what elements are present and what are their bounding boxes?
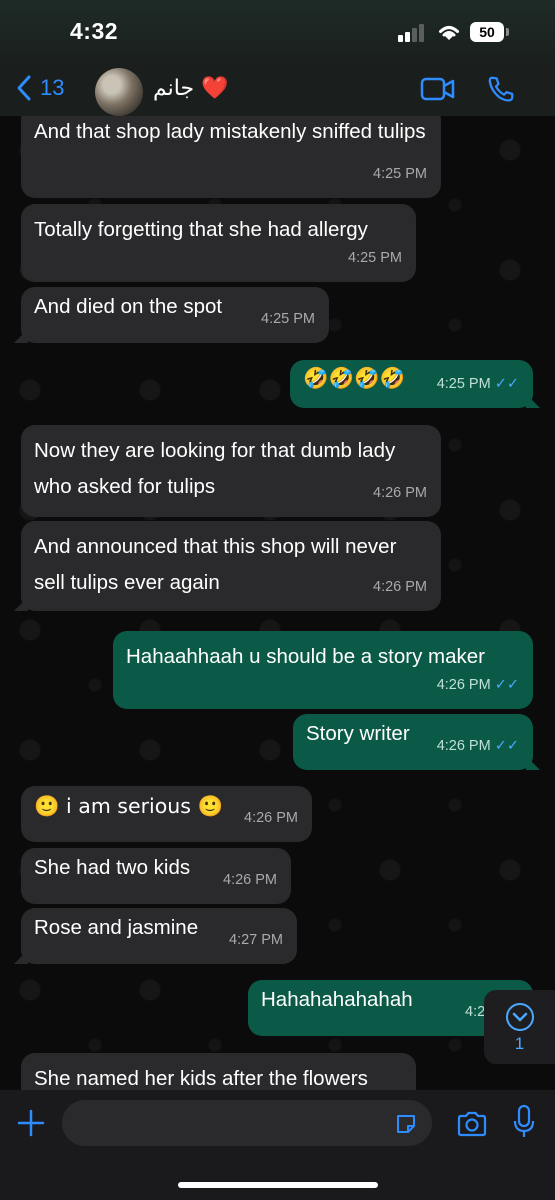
message-time: 4:25 PM	[261, 311, 315, 327]
message-time: 4:25 PM	[436, 376, 491, 392]
chat-header: 13 جانم ❤️	[0, 64, 555, 116]
message-time: 4:26 PM	[373, 485, 427, 501]
message-bubble-outgoing[interactable]: 🤣🤣🤣🤣 4:25 PM ✓✓	[290, 360, 540, 408]
message-time: 4:26 PM	[436, 677, 491, 693]
message-input[interactable]	[62, 1100, 432, 1146]
cellular-signal-icon	[398, 24, 426, 42]
home-indicator	[178, 1182, 378, 1188]
message-bubble-outgoing[interactable]: Hahaahhaah u should be a story maker 4:2…	[113, 631, 533, 709]
battery-indicator: 50	[470, 22, 509, 42]
phone-icon[interactable]	[486, 74, 516, 104]
message-time: 4:26 PM	[373, 579, 427, 595]
message-time: 4:25 PM	[348, 250, 402, 266]
message-list[interactable]: And that shop lady mistakenly sniffed tu…	[0, 116, 555, 1090]
message-bubble-incoming[interactable]: Rose and jasmine 4:27 PM	[14, 908, 297, 964]
unread-chats-count: 13	[40, 75, 65, 100]
message-text: And announced that this shop will never …	[34, 535, 397, 594]
message-time: 4:25 PM	[373, 166, 427, 182]
message-bubble-incoming[interactable]: And died on the spot 4:25 PM	[14, 287, 329, 343]
message-time: 4:26 PM	[244, 810, 298, 826]
wifi-icon	[439, 26, 459, 40]
double-check-icon: ✓✓	[494, 677, 519, 693]
status-time: 4:32	[70, 18, 119, 44]
message-composer	[0, 1090, 555, 1200]
message-bubble-incoming[interactable]: She had two kids 4:26 PM	[21, 848, 291, 904]
chevron-left-icon	[17, 75, 31, 101]
message-text: She named her kids after the flowers	[34, 1067, 368, 1090]
message-bubble-incoming[interactable]: 🙂 i am serious 🙂 4:26 PM	[21, 786, 312, 842]
contact-name[interactable]: جانم ❤️	[153, 76, 228, 101]
message-bubble-incoming[interactable]: And that shop lady mistakenly sniffed tu…	[21, 116, 441, 198]
status-bar: 4:32 50	[0, 0, 555, 64]
video-camera-icon[interactable]	[420, 76, 456, 102]
microphone-icon[interactable]	[512, 1104, 536, 1140]
message-bubble-incoming[interactable]: And announced that this shop will never …	[14, 521, 441, 611]
message-time: 4:26 PM	[436, 738, 491, 754]
message-time: 4:26 PM	[223, 872, 277, 888]
message-text: And that shop lady mistakenly sniffed tu…	[34, 120, 426, 143]
camera-icon[interactable]	[456, 1110, 488, 1138]
double-check-icon: ✓✓	[494, 738, 519, 754]
message-time: 4:27 PM	[229, 932, 283, 948]
sticker-icon[interactable]	[394, 1112, 418, 1136]
scroll-to-bottom-button[interactable]: 1	[484, 990, 555, 1064]
chevron-down-circle-icon	[506, 1003, 534, 1031]
message-bubble-outgoing[interactable]: Story writer 4:26 PM ✓✓	[293, 714, 540, 770]
back-button[interactable]: 13	[16, 74, 64, 102]
message-bubble-incoming[interactable]: Now they are looking for that dumb lady …	[21, 425, 441, 517]
avatar[interactable]	[95, 68, 143, 116]
double-check-icon: ✓✓	[494, 376, 519, 392]
plus-icon[interactable]	[16, 1108, 46, 1138]
message-bubble-incoming[interactable]: She named her kids after the flowers	[21, 1053, 416, 1090]
message-bubble-incoming[interactable]: Totally forgetting that she had allergy …	[21, 204, 416, 282]
unread-message-count: 1	[514, 1034, 525, 1053]
message-text: Now they are looking for that dumb lady …	[34, 439, 396, 498]
